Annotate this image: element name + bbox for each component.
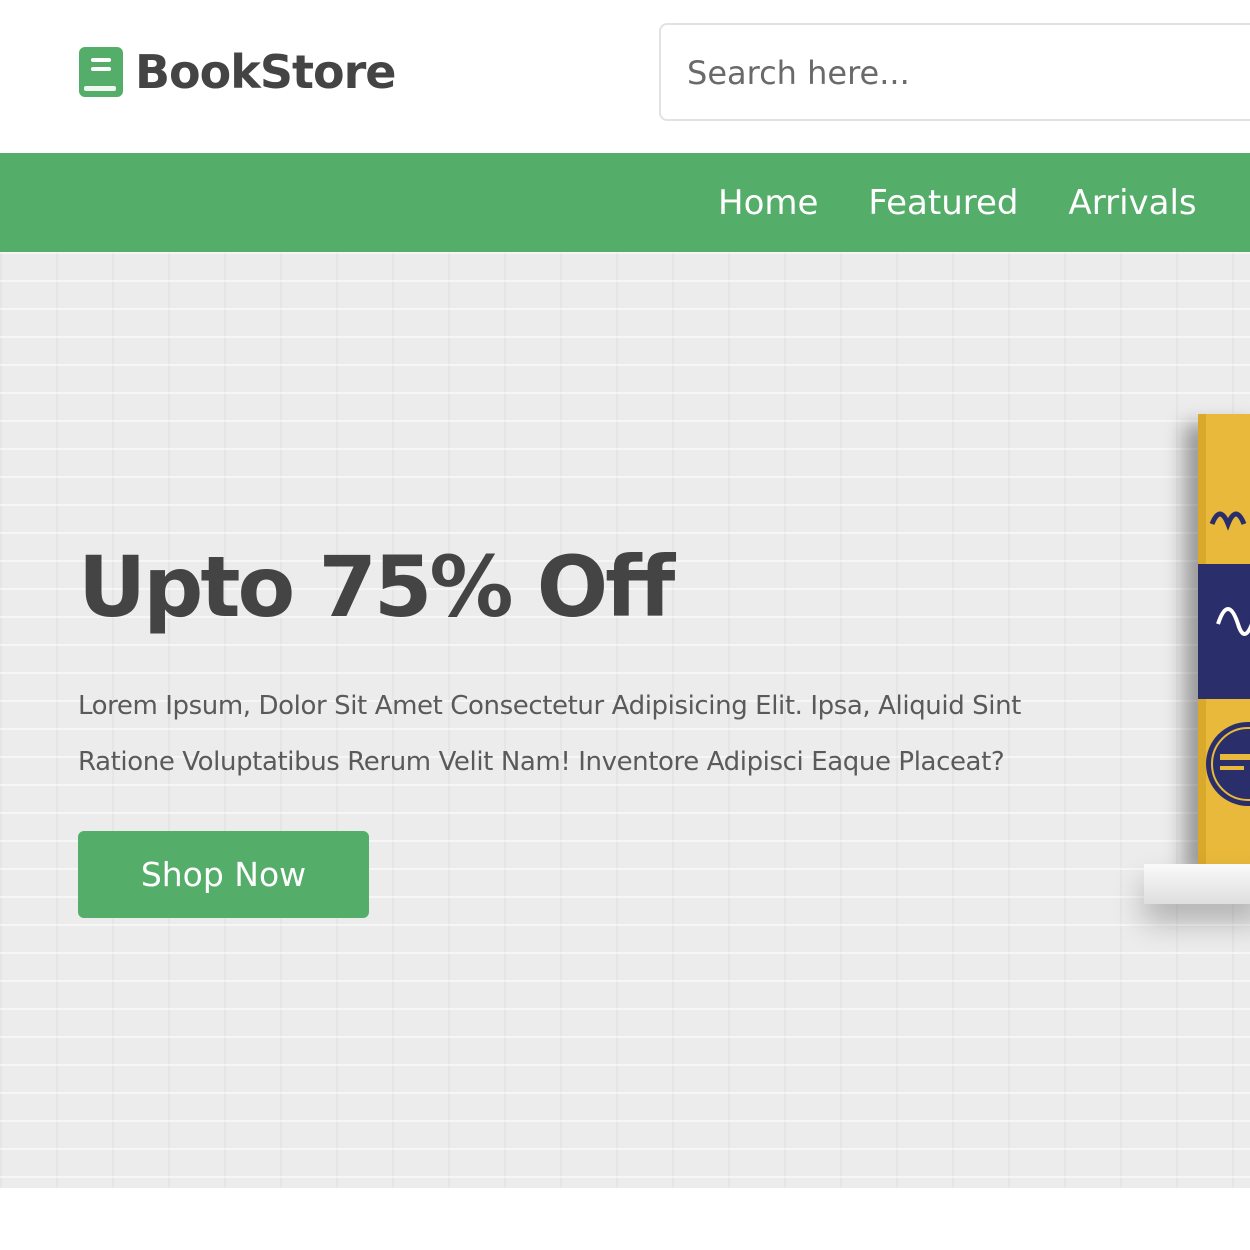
nav-links: Home Featured Arrivals: [718, 153, 1247, 252]
main-nav: Home Featured Arrivals: [0, 153, 1250, 252]
nav-home-link[interactable]: Home: [718, 183, 818, 223]
nav-arrivals-link[interactable]: Arrivals: [1068, 183, 1196, 223]
hero-banner: Upto 75% Off Lorem Ipsum, Dolor Sit Amet…: [0, 252, 1250, 1188]
book-icon: [79, 47, 123, 97]
book-display: [1140, 402, 1250, 922]
hero-title: Upto 75% Off: [78, 538, 675, 636]
shop-now-button[interactable]: Shop Now: [78, 831, 369, 918]
shelf: [1144, 864, 1250, 904]
book-cover-art: [1198, 414, 1250, 864]
nav-featured-link[interactable]: Featured: [868, 183, 1018, 223]
site-header: BookStore: [0, 0, 1250, 153]
search-box: [659, 23, 1250, 121]
logo-text: BookStore: [135, 45, 396, 99]
logo[interactable]: BookStore: [78, 44, 396, 100]
hero-description: Lorem Ipsum, Dolor Sit Amet Consectetur …: [78, 691, 1021, 777]
book-cover-image: [1198, 414, 1250, 864]
page-bottom: [0, 1188, 1250, 1250]
search-input[interactable]: [685, 25, 1249, 121]
